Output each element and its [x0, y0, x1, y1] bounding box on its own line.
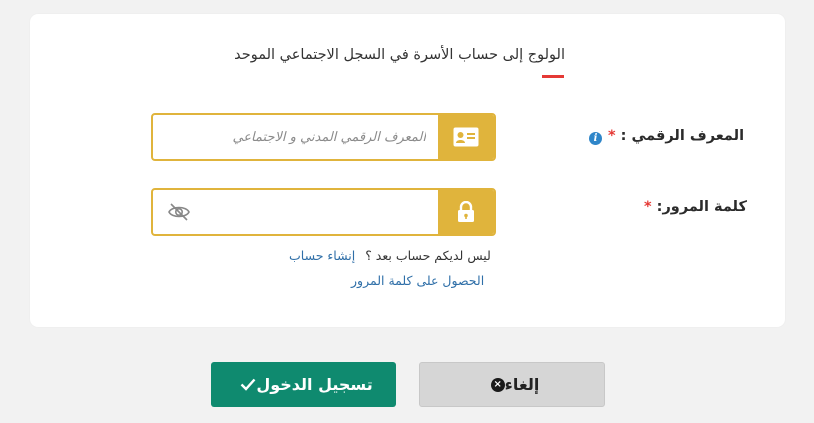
digital-id-label: المعرف الرقمي : *	[608, 128, 744, 144]
digital-id-field	[151, 113, 496, 161]
required-mark: *	[644, 199, 652, 215]
digital-id-input[interactable]	[153, 115, 438, 159]
digital-id-label-text: المعرف الرقمي :	[620, 128, 745, 144]
required-mark: *	[608, 128, 616, 144]
password-field	[151, 188, 496, 236]
check-icon	[240, 378, 256, 391]
password-input[interactable]	[153, 190, 438, 234]
title-underline	[542, 75, 564, 78]
page-title: الولوج إلى حساب الأسرة في السجل الاجتماع…	[234, 47, 565, 63]
lock-icon-box	[438, 190, 494, 234]
password-label: كلمة المرور: *	[644, 199, 747, 215]
login-button-label: تسجيل الدخول	[256, 375, 373, 394]
lock-icon	[458, 201, 474, 222]
password-label-text: كلمة المرور:	[656, 199, 747, 215]
get-password-row: الحصول على كلمة المرور	[351, 273, 484, 288]
cancel-button-label: إلغاء	[504, 375, 540, 394]
no-account-text: ليس لديكم حساب بعد ؟	[365, 248, 491, 263]
eye-slash-icon[interactable]	[167, 202, 191, 222]
no-account-row: ليس لديكم حساب بعد ؟ إنشاء حساب	[289, 248, 491, 263]
info-icon[interactable]: i	[589, 132, 602, 145]
id-card-icon	[453, 127, 479, 147]
cancel-button[interactable]: إلغاء ×	[419, 362, 605, 407]
id-card-icon-box	[438, 115, 494, 159]
login-button[interactable]: تسجيل الدخول	[211, 362, 396, 407]
close-circle-icon: ×	[490, 377, 505, 392]
create-account-link[interactable]: إنشاء حساب	[289, 248, 355, 263]
get-password-link[interactable]: الحصول على كلمة المرور	[351, 273, 484, 288]
